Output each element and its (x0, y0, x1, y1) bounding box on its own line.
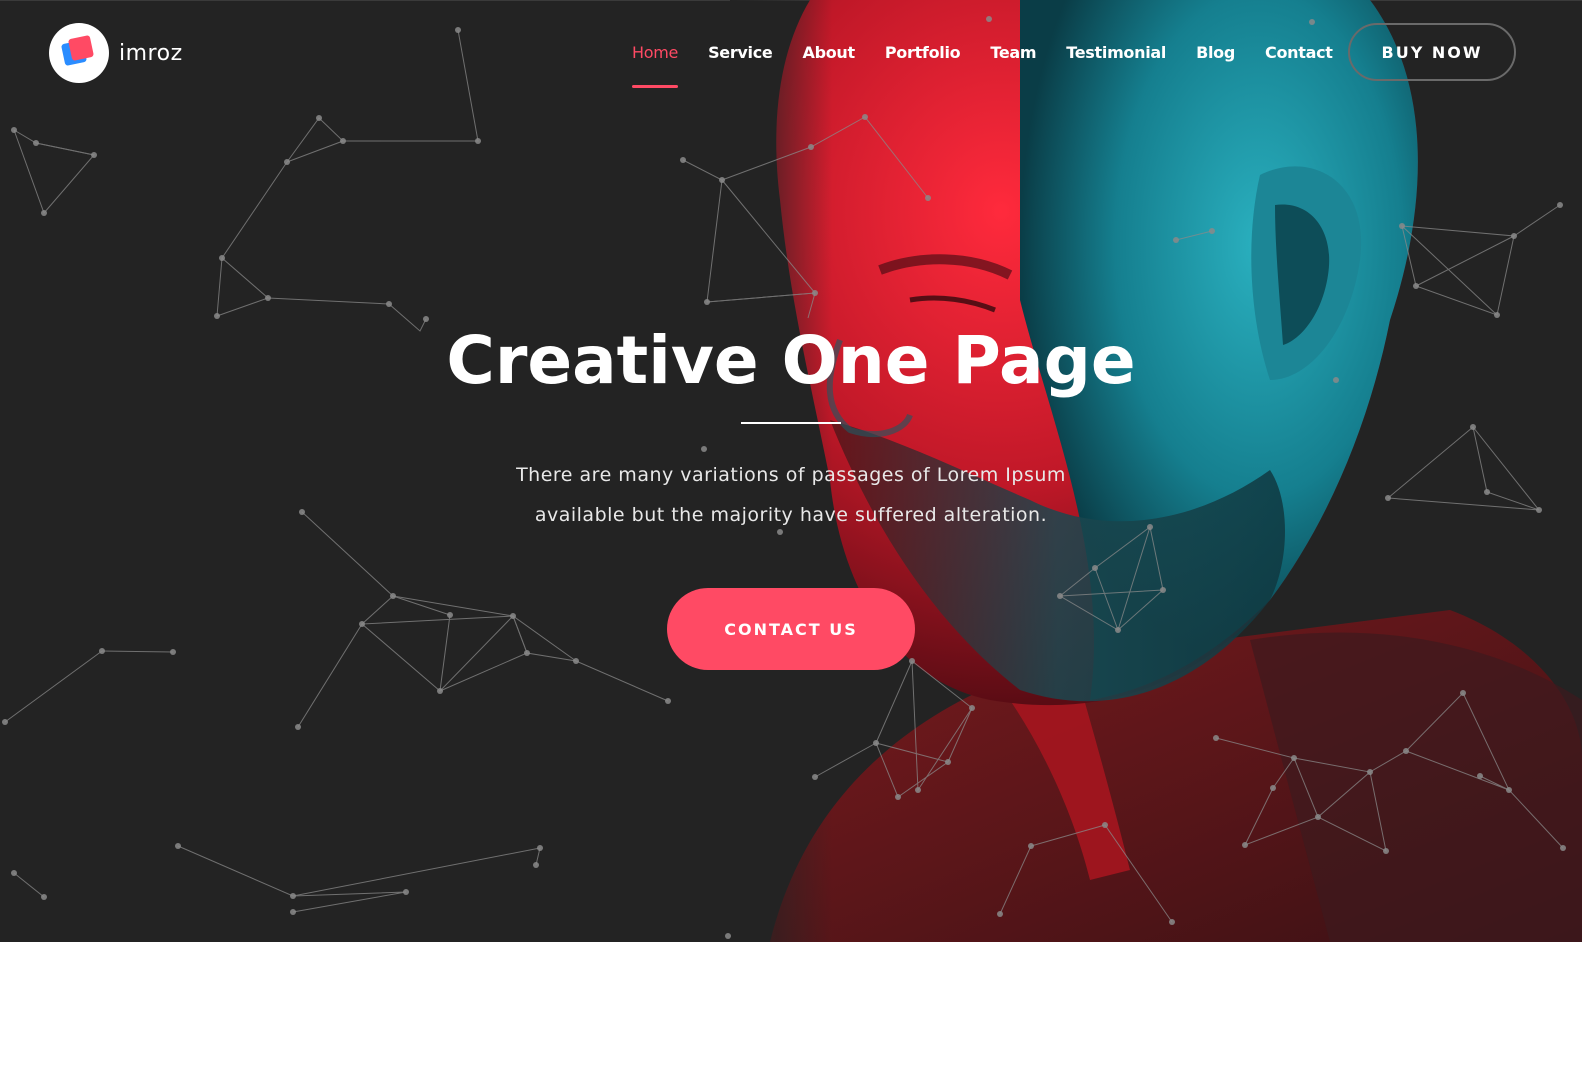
buy-now-button[interactable]: BUY NOW (1348, 23, 1516, 81)
nav-item-blog[interactable]: Blog (1196, 40, 1235, 88)
nav-item-testimonial[interactable]: Testimonial (1066, 40, 1166, 88)
nav-item-portfolio[interactable]: Portfolio (885, 40, 961, 88)
hero-description-line-2: available but the majority have suffered… (534, 504, 1048, 526)
hero-title: Creative One Page (446, 322, 1136, 399)
nav-item-home[interactable]: Home (632, 40, 678, 88)
contact-us-button[interactable]: CONTACT US (667, 588, 915, 670)
hero-description: There are many variations of passages of… (441, 455, 1141, 535)
nav-item-service[interactable]: Service (708, 40, 773, 88)
main-nav: Home Service About Portfolio Team Testim… (632, 40, 1363, 88)
title-divider (741, 422, 841, 424)
hero-description-line-1: There are many variations of passages of… (516, 464, 1066, 486)
nav-item-contact[interactable]: Contact (1265, 40, 1333, 88)
brand-name: imroz (119, 40, 183, 66)
nav-item-about[interactable]: About (802, 40, 855, 88)
nav-item-team[interactable]: Team (990, 40, 1036, 88)
brand-logo[interactable]: imroz (49, 23, 183, 83)
hero-section: imroz Home Service About Portfolio Team … (0, 0, 1582, 942)
layered-squares-logo-icon (49, 23, 109, 83)
